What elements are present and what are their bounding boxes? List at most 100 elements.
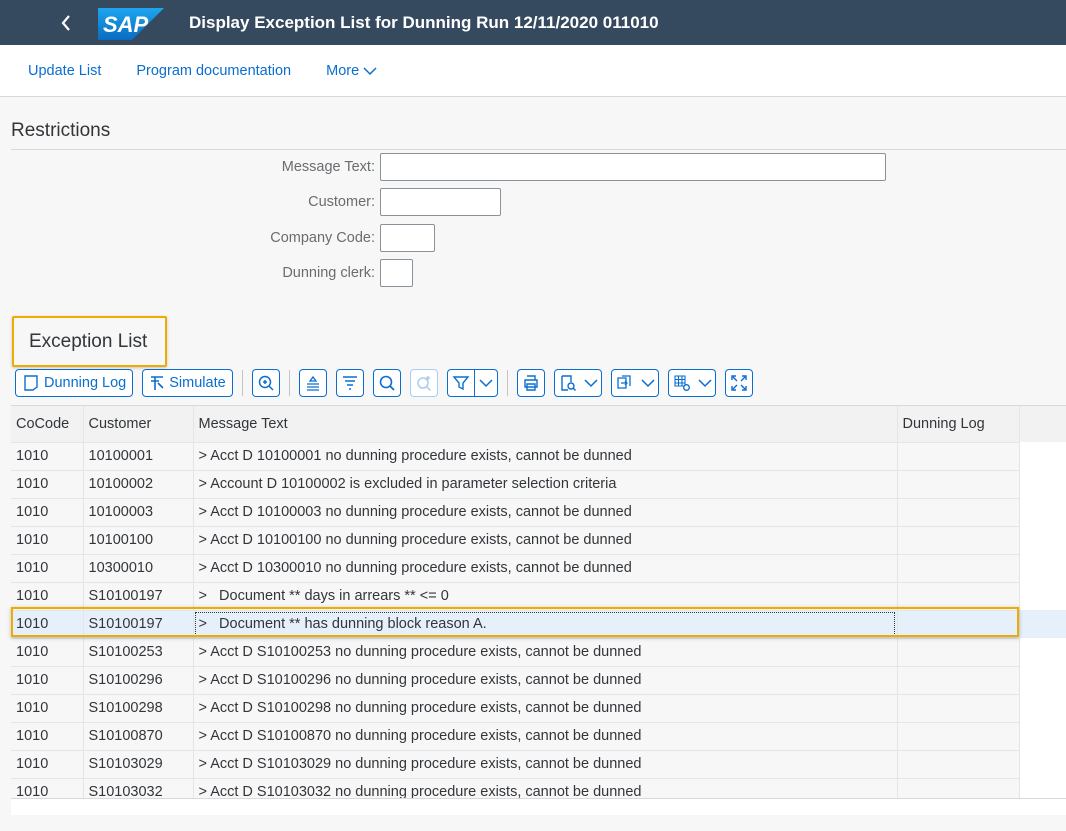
message-text-cell[interactable]: > Document ** has dunning block reason A… [193,610,898,639]
message-text-input[interactable] [380,153,886,181]
customer-cell[interactable]: S10100296 [83,666,194,695]
message-text-cell[interactable]: > Acct D S10100253 no dunning procedure … [193,638,898,667]
simulate-icon [151,375,164,390]
dunning-clerk-row: Dunning clerk: [0,259,413,287]
customer-cell[interactable]: 10300010 [83,554,194,583]
table-row[interactable]: 1010 10100002 > Account D 10100002 is excl… [11,470,1066,499]
cocode-cell[interactable]: 1010 [11,526,84,555]
details-button[interactable] [251,368,280,397]
message-text-cell[interactable]: > Acct D 10300010 no dunning procedure e… [193,554,898,583]
table-row[interactable]: 1010 10100001 > Acct D 10100001 no dunning… [11,442,1066,471]
dunning-log-cell[interactable] [897,470,1020,499]
update-list-button[interactable]: Update List [28,63,101,79]
message-text-cell[interactable]: > Document ** days in arrears ** <= 0 [193,582,898,611]
message-text-cell[interactable]: > Acct D S10100870 no dunning procedure … [193,722,898,751]
print-preview-icon [560,374,576,391]
cocode-cell[interactable]: 1010 [11,638,84,667]
dunning-log-cell[interactable] [897,666,1020,695]
cocode-cell[interactable]: 1010 [11,610,84,639]
customer-cell[interactable]: 10100003 [83,498,194,527]
cocode-cell[interactable]: 1010 [11,442,84,471]
dunning-log-cell[interactable] [897,722,1020,751]
table-row[interactable]: 1010 10300010 > Acct D 10300010 no dunning… [11,554,1066,583]
dunning-log-cell[interactable] [897,554,1020,583]
dunning-log-cell[interactable] [897,498,1020,527]
cocode-cell[interactable]: 1010 [11,722,84,751]
table-row[interactable]: 1010 10100003 > Acct D 10100003 no dunning… [11,498,1066,527]
customer-cell[interactable]: S10100870 [83,722,194,751]
table-row[interactable]: 1010 S10100870 > Acct D S10100870 no dunni… [11,722,1066,751]
message-text-cell[interactable]: > Acct D 10100100 no dunning procedure e… [193,526,898,555]
table-row[interactable]: 1010 S10100298 > Acct D S10100298 no dunni… [11,694,1066,723]
table-scroll-area[interactable] [11,798,1066,815]
row-filler [1019,526,1066,554]
customer-cell[interactable]: S10100197 [83,610,194,639]
table-row[interactable]: 1010 S10100197 > Document ** days in arrea… [11,582,1066,611]
dunning-log-cell[interactable] [897,442,1020,471]
message-text-cell[interactable]: > Acct D S10100298 no dunning procedure … [193,694,898,723]
dunning-log-cell[interactable] [897,750,1020,779]
find-next-button[interactable] [409,368,438,397]
cocode-cell[interactable]: 1010 [11,470,84,499]
dunning-log-cell[interactable] [897,638,1020,667]
message-text-cell[interactable]: > Acct D S10103032 no dunning procedure … [193,778,898,799]
find-button[interactable] [372,368,401,397]
print-preview-button[interactable] [553,368,602,397]
table-row[interactable]: 1010 S10100197 > Document ** has dunning b… [11,610,1066,639]
message-text-cell[interactable]: > Acct D S10100296 no dunning procedure … [193,666,898,695]
dunning-log-button[interactable]: Dunning Log [15,368,134,397]
message-text-cell[interactable]: > Acct D 10100003 no dunning procedure e… [193,498,898,527]
table-row[interactable]: 1010 S10100253 > Acct D S10100253 no dunni… [11,638,1066,667]
table-row[interactable]: 1010 10100100 > Acct D 10100100 no dunning… [11,526,1066,555]
sort-button[interactable] [335,368,364,397]
dunning-log-cell[interactable] [897,582,1020,611]
export-button[interactable] [610,368,659,397]
column-header-message-text[interactable]: Message Text [193,406,898,443]
sap-logo[interactable]: SAP [98,7,164,40]
customer-cell[interactable]: S10100197 [83,582,194,611]
cocode-cell[interactable]: 1010 [11,554,84,583]
message-text-cell[interactable]: > Account D 10100002 is excluded in para… [193,470,898,499]
print-button[interactable] [516,368,545,397]
cocode-cell[interactable]: 1010 [11,694,84,723]
customer-cell[interactable]: 10100001 [83,442,194,471]
find-icon [379,375,395,391]
column-header-cocode[interactable]: CoCode [11,406,84,443]
dunning-log-cell[interactable] [897,610,1020,639]
message-text-cell[interactable]: > Acct D S10103029 no dunning procedure … [193,750,898,779]
fullscreen-button[interactable] [724,368,753,397]
customer-cell[interactable]: S10100253 [83,638,194,667]
dunning-log-cell[interactable] [897,778,1020,799]
company-code-label: Company Code: [270,230,375,246]
more-button[interactable]: More [326,63,377,79]
program-documentation-button[interactable]: Program documentation [136,63,291,79]
cocode-cell[interactable]: 1010 [11,498,84,527]
message-text-cell[interactable]: > Acct D 10100001 no dunning procedure e… [193,442,898,471]
dunning-log-cell[interactable] [897,526,1020,555]
back-button[interactable] [48,0,84,45]
customer-cell[interactable]: 10100002 [83,470,194,499]
customer-cell[interactable]: S10103032 [83,778,194,799]
cocode-cell[interactable]: 1010 [11,750,84,779]
cocode-cell[interactable]: 1010 [11,778,84,799]
customer-cell[interactable]: S10103029 [83,750,194,779]
filter-button[interactable] [446,368,498,397]
dunning-log-cell[interactable] [897,694,1020,723]
customer-input[interactable] [380,188,501,216]
customer-cell[interactable]: S10100298 [83,694,194,723]
column-header-dunning-log[interactable]: Dunning Log [897,406,1020,443]
dunning-clerk-input[interactable] [380,259,413,287]
simulate-button[interactable]: Simulate [142,368,233,397]
company-code-input[interactable] [380,224,435,252]
align-top-icon [306,375,319,391]
cocode-cell[interactable]: 1010 [11,582,84,611]
layout-button[interactable] [667,368,716,397]
table-row[interactable]: 1010 S10100296 > Acct D S10100296 no dunni… [11,666,1066,695]
align-top-button[interactable] [298,368,327,397]
table-row[interactable]: 1010 S10103032 > Acct D S10103032 no dunni… [11,778,1066,799]
exception-list-title: Exception List [12,316,167,367]
customer-cell[interactable]: 10100100 [83,526,194,555]
table-row[interactable]: 1010 S10103029 > Acct D S10103029 no dunni… [11,750,1066,779]
column-header-customer[interactable]: Customer [83,406,194,443]
cocode-cell[interactable]: 1010 [11,666,84,695]
